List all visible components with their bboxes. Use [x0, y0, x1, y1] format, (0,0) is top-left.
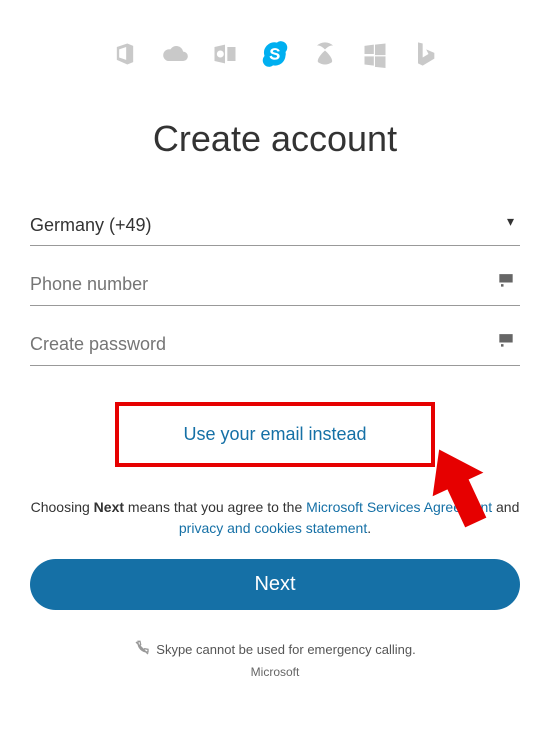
services-agreement-link[interactable]: Microsoft Services Agreement: [306, 499, 492, 515]
page-title: Create account: [30, 118, 520, 160]
country-select[interactable]: Germany (+49): [30, 205, 520, 246]
country-select-wrap[interactable]: Germany (+49): [30, 205, 520, 264]
privacy-statement-link[interactable]: privacy and cookies statement: [179, 520, 367, 536]
onedrive-icon: [161, 40, 189, 68]
keypad-icon: [496, 330, 516, 350]
no-emergency-icon: [134, 640, 150, 659]
keypad-icon: [496, 270, 516, 290]
xbox-icon: [311, 40, 339, 68]
bing-icon: [411, 40, 439, 68]
next-button[interactable]: Next: [30, 559, 520, 610]
password-input[interactable]: [30, 324, 520, 366]
highlight-box: Use your email instead: [115, 402, 435, 467]
consent-text: Choosing Next means that you agree to th…: [30, 497, 520, 539]
microsoft-brand: Microsoft: [30, 665, 520, 679]
emergency-text: Skype cannot be used for emergency calli…: [156, 642, 415, 657]
use-email-link[interactable]: Use your email instead: [183, 424, 366, 444]
windows-icon: [361, 40, 389, 68]
office-icon: [111, 40, 139, 68]
outlook-icon: [211, 40, 239, 68]
footer: Skype cannot be used for emergency calli…: [30, 640, 520, 679]
phone-input[interactable]: [30, 264, 520, 306]
brand-icon-row: [30, 40, 520, 68]
skype-icon: [261, 40, 289, 68]
